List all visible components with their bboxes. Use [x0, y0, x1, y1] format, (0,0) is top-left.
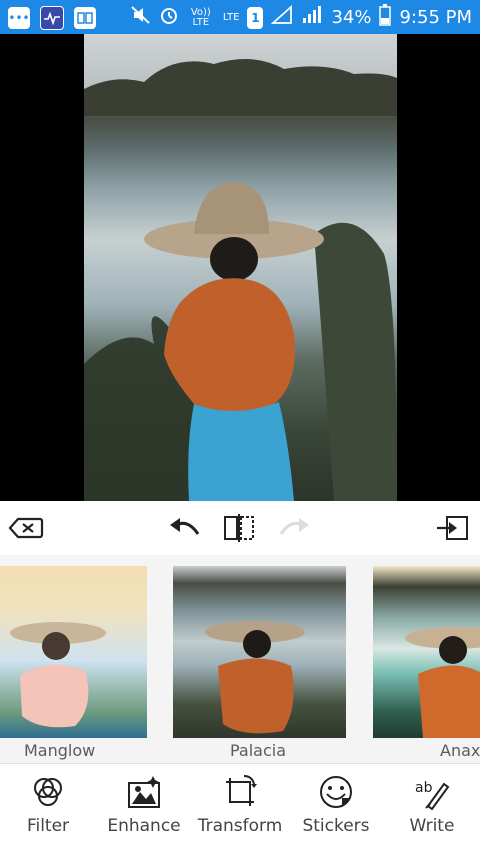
- tab-label: Enhance: [107, 816, 181, 836]
- filter-label: Palacia: [230, 741, 287, 760]
- svg-text:ab: ab: [415, 780, 433, 796]
- sticker-icon: [318, 774, 354, 810]
- tab-label: Filter: [26, 816, 70, 836]
- bottom-tab-bar: Filter Enhance Transform Stickers ab Wri…: [0, 763, 480, 854]
- filter-icon: [30, 774, 66, 810]
- signal-icon-2: [301, 5, 323, 30]
- filter-thumb-anax[interactable]: [373, 566, 480, 738]
- tab-transform[interactable]: Transform: [192, 764, 288, 854]
- mute-icon: [131, 6, 151, 29]
- message-icon: •••: [8, 7, 30, 29]
- pulse-icon: [40, 6, 64, 30]
- tab-label: Stickers: [302, 816, 370, 836]
- filter-thumb-palacia[interactable]: [173, 566, 346, 738]
- filter-label: Anax: [440, 741, 480, 760]
- tab-label: Write: [409, 816, 455, 836]
- filter-label: Manglow: [24, 741, 96, 760]
- export-button[interactable]: [434, 511, 470, 545]
- tab-stickers[interactable]: Stickers: [288, 764, 384, 854]
- filter-thumb-manglow[interactable]: [0, 566, 147, 738]
- lte-indicator: LTE: [222, 11, 240, 23]
- photo-preview-area: [0, 34, 480, 501]
- alarm-icon: [159, 5, 179, 30]
- signal-icon: [271, 4, 293, 30]
- tab-write[interactable]: ab Write: [384, 764, 480, 854]
- volte-indicator: Vo)) LTE: [190, 6, 211, 28]
- edit-toolbar: [0, 501, 480, 555]
- transform-icon: [222, 774, 258, 810]
- status-bar: ••• Vo)) LTE LTE 1 34% 9:55 PM: [0, 0, 480, 34]
- write-icon: ab: [414, 774, 450, 810]
- export-icon: [437, 516, 468, 540]
- battery-icon: [379, 4, 392, 31]
- tab-enhance[interactable]: Enhance: [96, 764, 192, 854]
- compare-button[interactable]: [221, 511, 257, 545]
- book-icon: [74, 7, 96, 29]
- undo-icon: [170, 518, 200, 535]
- backspace-icon: [8, 517, 44, 539]
- tab-label: Transform: [197, 816, 283, 836]
- redo-button[interactable]: [276, 511, 312, 545]
- undo-button[interactable]: [167, 511, 203, 545]
- edited-photo[interactable]: [84, 34, 397, 501]
- filter-strip: Manglow Palacia Anax: [0, 555, 480, 763]
- enhance-icon: [126, 774, 162, 810]
- tab-filter[interactable]: Filter: [0, 764, 96, 854]
- redo-icon: [279, 518, 309, 535]
- sim-indicator: 1: [247, 6, 264, 29]
- clear-button[interactable]: [8, 511, 44, 545]
- clock: 9:55 PM: [399, 7, 472, 28]
- battery-percent: 34%: [331, 7, 372, 28]
- compare-icon: [224, 514, 254, 542]
